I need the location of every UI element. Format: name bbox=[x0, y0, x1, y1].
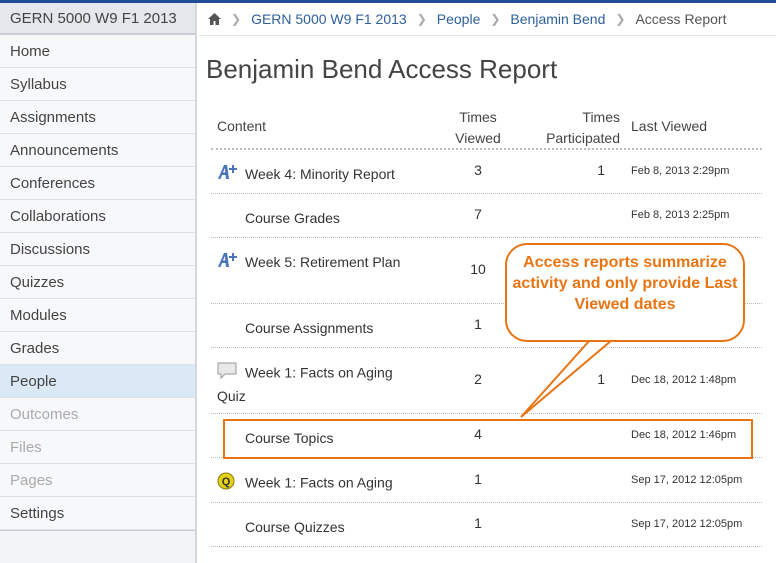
callout-annotation: Access reports summarize activity and on… bbox=[505, 243, 745, 342]
